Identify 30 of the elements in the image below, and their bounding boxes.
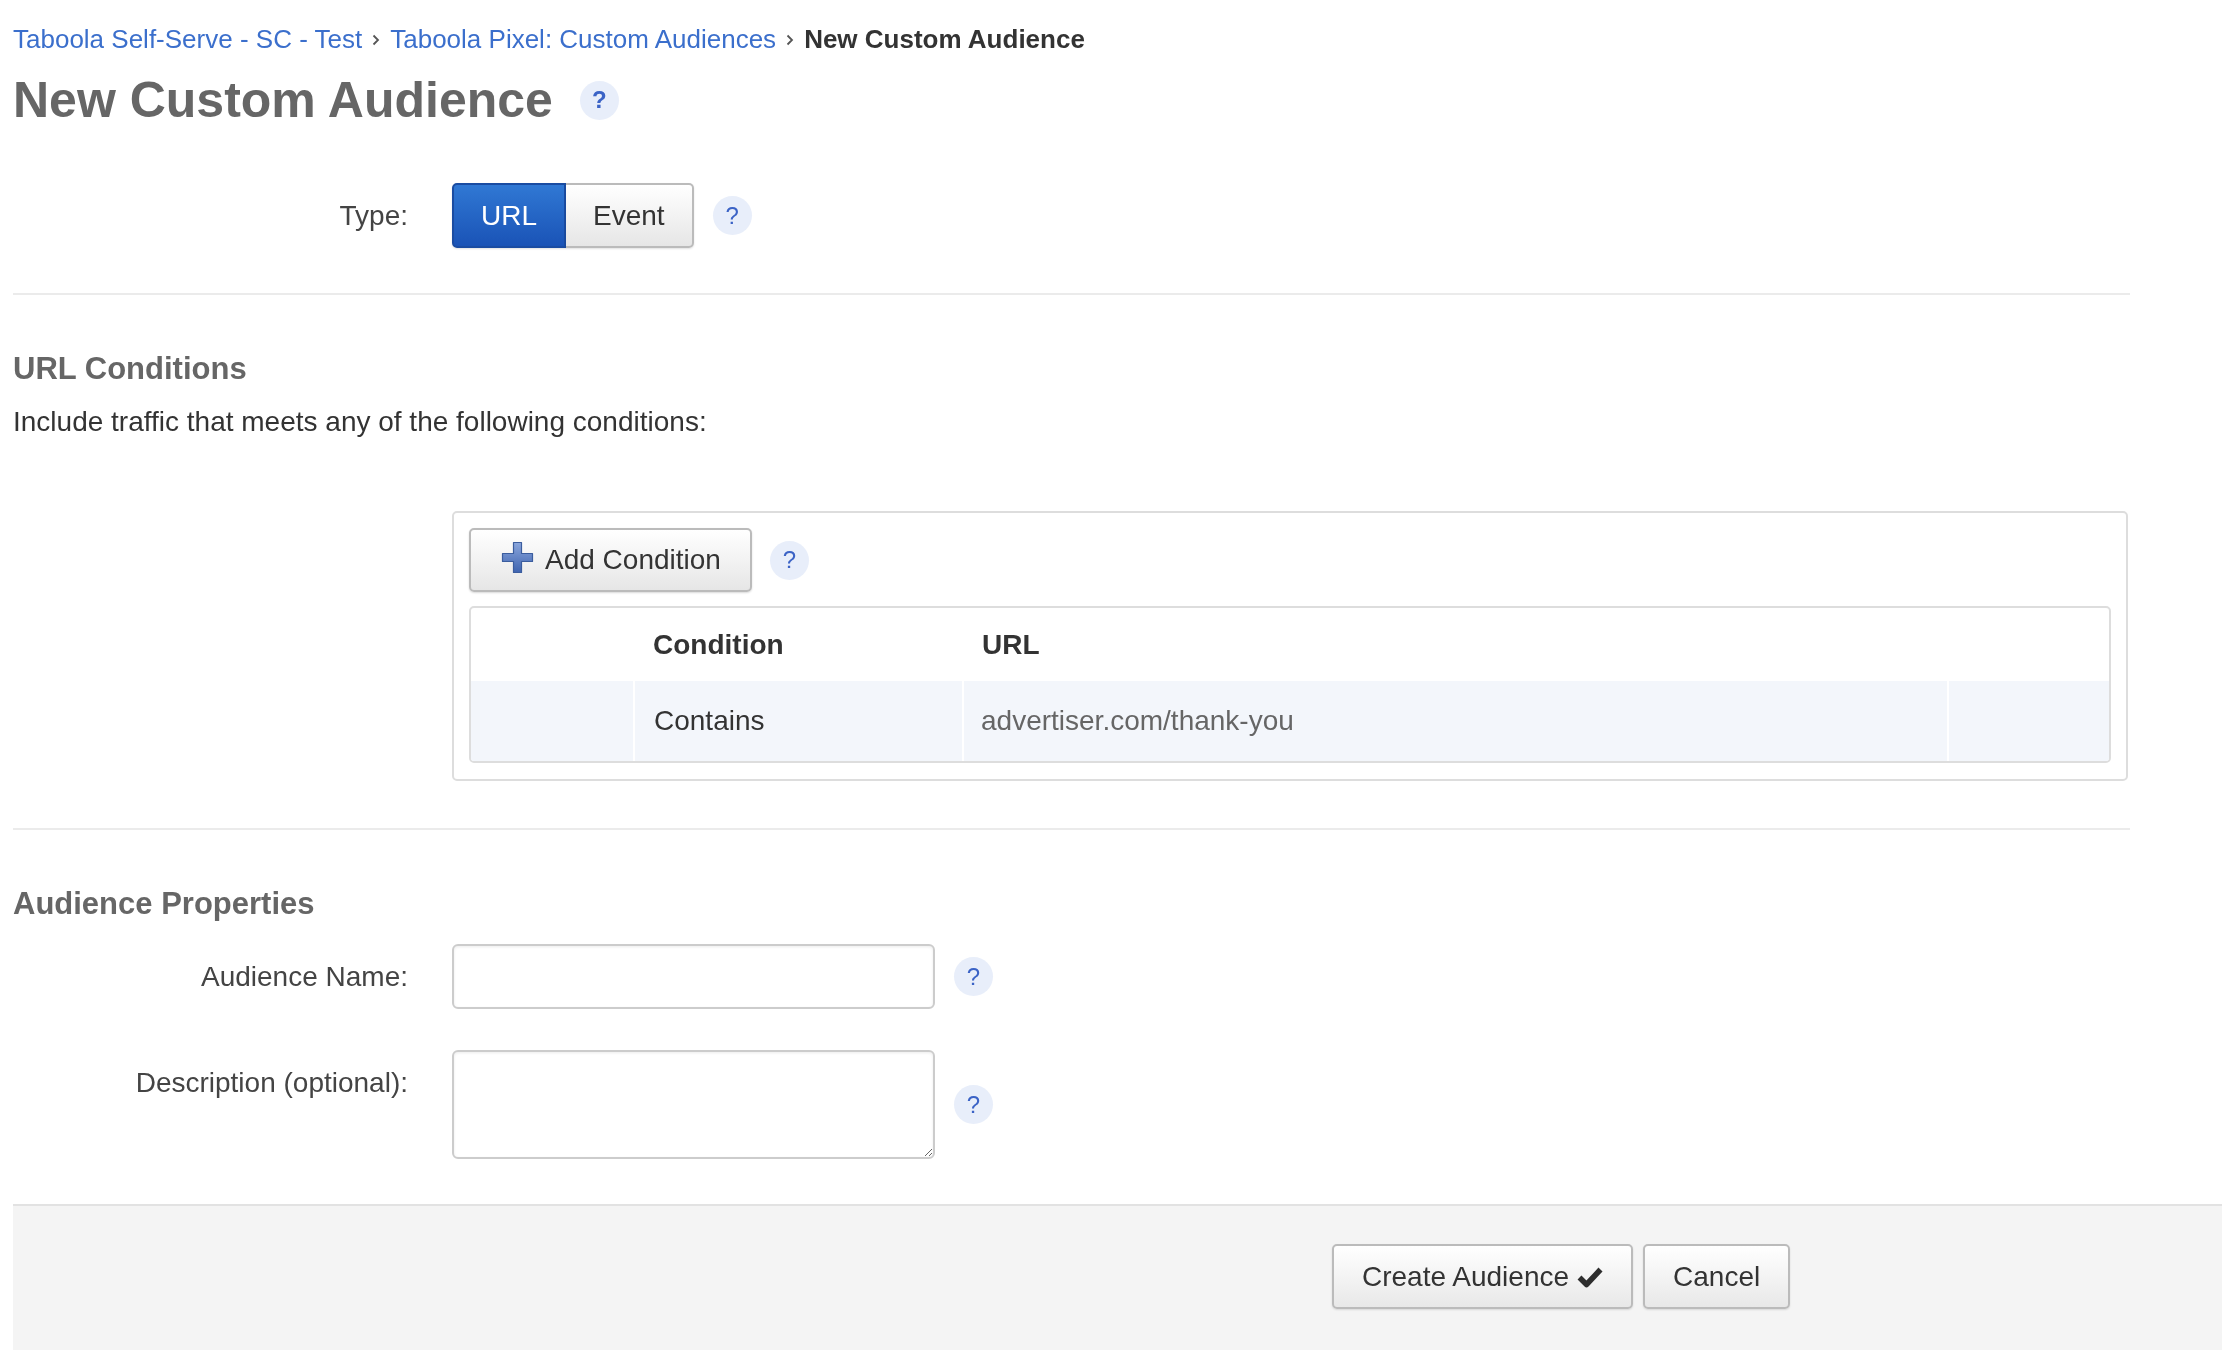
section-heading: Audience Properties	[13, 885, 316, 923]
field-label: Description (optional):	[135, 1066, 408, 1100]
input-field[interactable]	[452, 944, 935, 1009]
textarea-field[interactable]	[452, 1050, 935, 1159]
section-description: Include traffic that meets any of the following conditions:	[13, 405, 708, 439]
help-button[interactable]: ?	[769, 540, 809, 580]
chevron-right-icon	[372, 34, 381, 46]
page-title: New Custom Audience	[13, 71, 553, 130]
toggle-option[interactable]: Event	[566, 183, 694, 248]
create-button[interactable]: Create Audience	[1332, 1244, 1634, 1309]
help-button[interactable]: ?	[954, 1085, 993, 1124]
help-button[interactable]: ?	[954, 957, 993, 996]
help-button[interactable]: ?	[712, 196, 752, 235]
table-cell: advertiser.com/thank-you	[962, 681, 1947, 761]
field-label: Type:	[339, 198, 408, 233]
plus-icon	[501, 540, 534, 574]
column-header: URL	[981, 627, 1041, 662]
breadcrumb-current: New Custom Audience	[804, 23, 1085, 55]
chevron-right-icon	[786, 34, 795, 46]
breadcrumb-link[interactable]: Taboola Pixel: Custom Audiences	[390, 23, 777, 55]
section-heading: URL Conditions	[13, 350, 248, 388]
field-label: Audience Name:	[201, 960, 408, 994]
breadcrumb-link[interactable]: Taboola Self-Serve - SC - Test	[13, 23, 363, 55]
help-button[interactable]: ?	[579, 80, 619, 120]
column-header: Condition	[652, 627, 785, 662]
table-cell: Contains	[633, 681, 962, 761]
cancel-button[interactable]: Cancel	[1643, 1244, 1791, 1309]
toggle-option[interactable]: URL	[452, 183, 566, 248]
check-icon	[1577, 1265, 1604, 1288]
add-condition-button[interactable]: Add Condition	[469, 528, 752, 592]
